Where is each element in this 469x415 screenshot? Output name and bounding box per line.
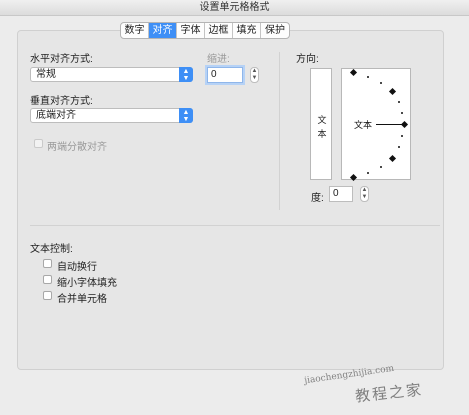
shrink-to-fit-checkbox[interactable] <box>43 275 52 284</box>
horizontal-alignment-select[interactable]: 常规 ▲ ▼ <box>30 67 193 82</box>
window-title: 设置单元格格式 <box>0 0 469 16</box>
tab-font[interactable]: 字体 <box>177 23 205 38</box>
orientation-dial-graphic: 文本 <box>349 68 409 182</box>
wrap-text-checkbox[interactable] <box>43 259 52 268</box>
dial-tick <box>380 82 382 84</box>
stepper-down-icon: ▼ <box>251 75 258 81</box>
dial-tick <box>401 112 403 114</box>
tab-alignment[interactable]: 对齐 <box>149 23 177 38</box>
vertical-alignment-value: 底端对齐 <box>36 110 76 121</box>
stepper-down-icon: ▼ <box>361 194 368 200</box>
tab-border[interactable]: 边框 <box>205 23 233 38</box>
merge-cells-checkbox[interactable] <box>43 291 52 300</box>
dial-tick <box>398 101 400 103</box>
degree-stepper[interactable]: ▲ ▼ <box>360 186 369 202</box>
updown-arrows-icon: ▲ ▼ <box>179 108 193 123</box>
section-divider <box>30 225 440 226</box>
stepper-up-icon: ▲ <box>361 187 368 193</box>
text-control-label: 文本控制: <box>30 244 73 255</box>
dial-tick <box>380 166 382 168</box>
shrink-to-fit-label: 缩小字体填充 <box>57 278 117 289</box>
tab-number[interactable]: 数字 <box>121 23 149 38</box>
dial-marker-bottom <box>349 173 358 182</box>
dial-marker-top <box>349 68 358 77</box>
dial-tick <box>367 172 369 174</box>
dial-tick <box>398 146 400 148</box>
dial-marker-right <box>400 120 409 129</box>
degree-label: 度: <box>311 193 324 204</box>
vertical-text-char-2: 本 <box>317 129 327 139</box>
vertical-alignment-select[interactable]: 底端对齐 ▲ ▼ <box>30 108 193 123</box>
tab-fill[interactable]: 填充 <box>233 23 261 38</box>
vertical-text-button[interactable]: 文 本 <box>310 68 332 180</box>
column-divider <box>279 52 280 210</box>
horizontal-alignment-label: 水平对齐方式: <box>30 54 93 65</box>
merge-cells-label: 合并单元格 <box>57 294 107 305</box>
dial-text: 文本 <box>354 119 372 131</box>
orientation-label: 方向: <box>296 54 319 65</box>
dial-tick <box>401 135 403 137</box>
dial-tick <box>367 76 369 78</box>
tab-bar: 数字 对齐 字体 边框 填充 保护 <box>120 22 290 39</box>
watermark-site: 教程之家 <box>354 380 424 406</box>
horizontal-alignment-value: 常规 <box>36 69 56 80</box>
distributed-checkbox[interactable] <box>34 139 43 148</box>
vertical-text-char-1: 文 <box>317 115 327 125</box>
degree-input[interactable]: 0 <box>329 186 353 202</box>
wrap-text-label: 自动换行 <box>57 262 97 273</box>
indent-stepper[interactable]: ▲ ▼ <box>250 67 259 83</box>
updown-arrows-icon: ▲ ▼ <box>179 67 193 82</box>
vertical-alignment-label: 垂直对齐方式: <box>30 96 93 107</box>
dial-marker-lower <box>388 154 397 163</box>
distributed-label: 两端分散对齐 <box>47 142 107 153</box>
stepper-up-icon: ▲ <box>251 68 258 74</box>
tab-protection[interactable]: 保护 <box>261 23 289 38</box>
indent-label: 缩进: <box>207 54 230 65</box>
indent-input[interactable]: 0 <box>207 67 243 83</box>
orientation-dial[interactable]: 文本 <box>341 68 411 182</box>
dial-marker-upper <box>388 87 397 96</box>
